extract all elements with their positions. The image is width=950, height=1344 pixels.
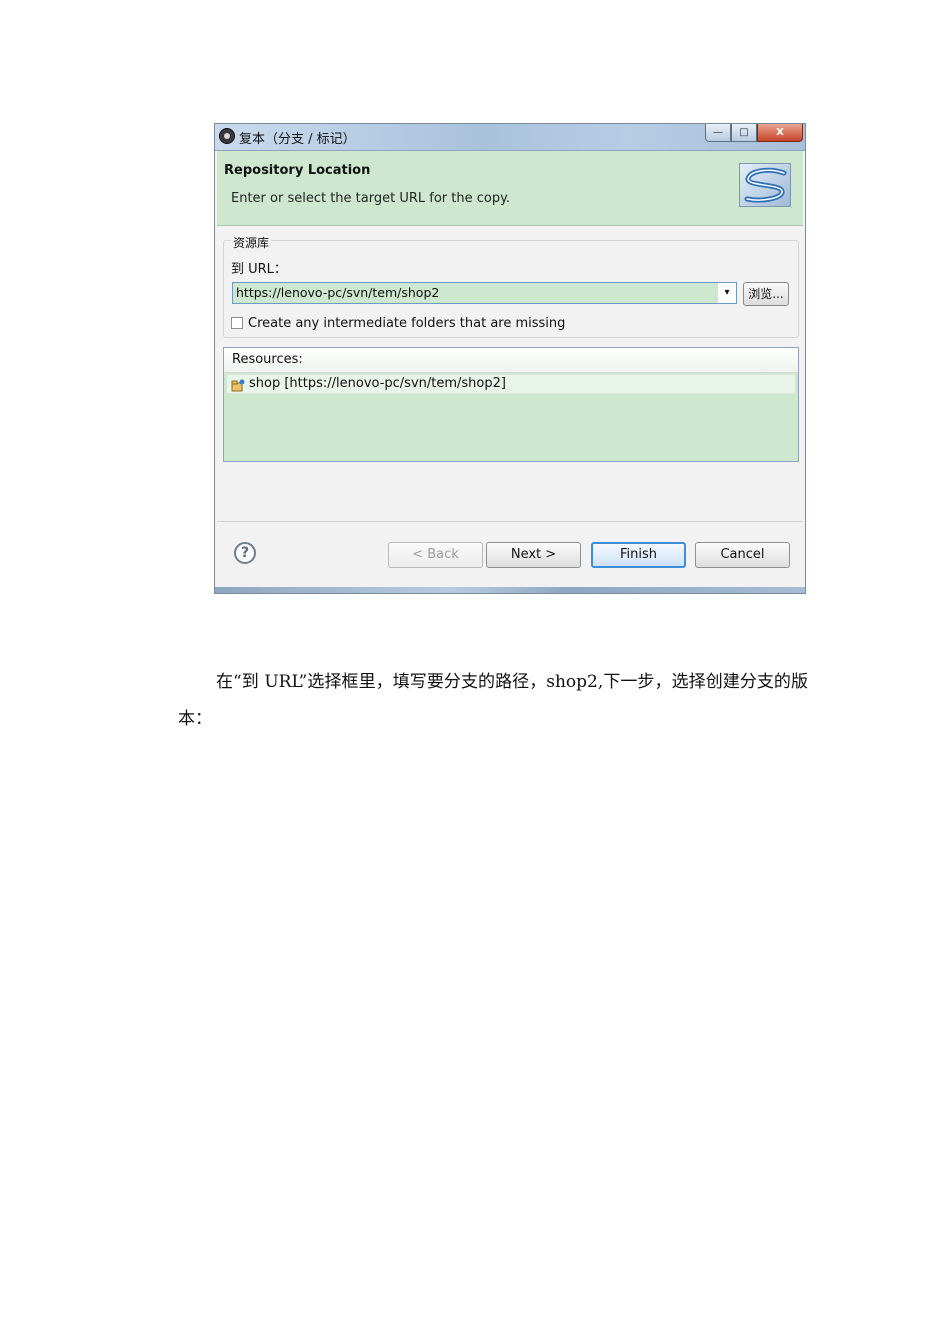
wizard-description: Enter or select the target URL for the c… [231,191,511,206]
wizard-header: Repository Location Enter or select the … [217,151,803,226]
back-button[interactable]: < Back [388,542,483,568]
list-item[interactable]: shop [https://lenovo-pc/svn/tem/shop2] [226,374,796,394]
intermediate-folders-label: Create any intermediate folders that are… [248,316,566,331]
svn-project-icon [231,377,245,392]
resources-header-label: Resources: [232,352,303,367]
dialog-title: 复本（分支 / 标记） [239,132,356,147]
resource-item-label: shop [https://lenovo-pc/svn/tem/shop2] [249,376,506,391]
close-button[interactable]: X [757,124,803,142]
finish-button[interactable]: Finish [591,542,686,568]
body-paragraph: 在“到 URL”选择框里，填写要分支的路径，shop2,下一步，选择创建分支的版… [178,672,808,729]
footer-separator [217,521,803,522]
window-bottom-edge [215,587,805,593]
browse-button[interactable]: 浏览... [743,282,789,306]
to-url-label: 到 URL： [231,262,287,277]
cancel-button[interactable]: Cancel [695,542,790,568]
minimize-button[interactable]: — [705,124,731,142]
intermediate-folders-checkbox[interactable] [231,317,243,329]
window-controls: — □ X [705,124,803,143]
url-combo-box[interactable]: https://lenovo-pc/svn/tem/shop2 ▾ [232,282,737,304]
repository-group-legend: 资源库 [231,234,272,251]
maximize-button[interactable]: □ [731,124,757,142]
eclipse-app-icon [219,128,235,144]
next-button[interactable]: Next > [486,542,581,568]
chevron-down-icon[interactable]: ▾ [718,283,736,303]
resources-list: Resources: shop [https://lenovo-pc/svn/t… [223,347,799,462]
dialog-screenshot: 复本（分支 / 标记） — □ X Repository Location En… [214,123,806,594]
subversive-logo-icon [739,163,791,207]
resources-header: Resources: [224,348,798,373]
wizard-title: Repository Location [224,163,371,178]
url-input-value[interactable]: https://lenovo-pc/svn/tem/shop2 [236,285,439,300]
help-icon[interactable]: ? [234,542,256,564]
title-bar: 复本（分支 / 标记） — □ X [215,124,805,151]
